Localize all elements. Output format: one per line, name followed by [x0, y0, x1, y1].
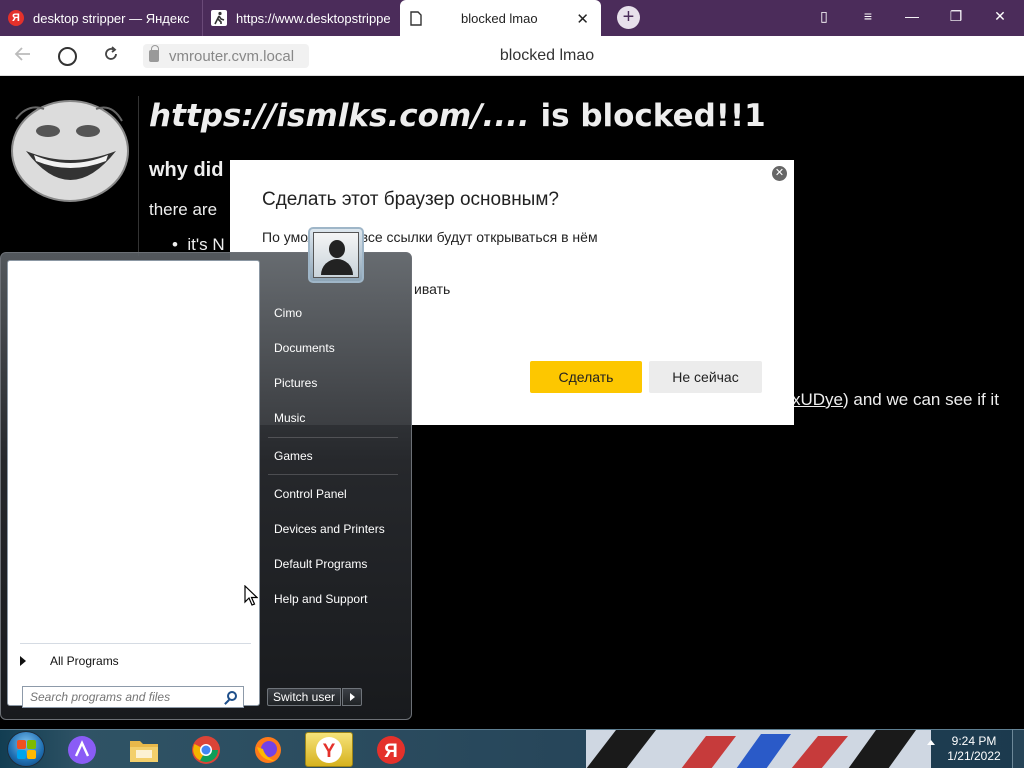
close-tab-icon[interactable]: ✕ — [576, 10, 589, 28]
document-icon — [408, 10, 424, 26]
start-item-control-panel[interactable]: Control Panel — [274, 487, 347, 501]
start-item-pictures[interactable]: Pictures — [274, 376, 317, 390]
user-avatar[interactable] — [308, 227, 364, 283]
search-input[interactable] — [23, 687, 221, 707]
search-icon[interactable] — [227, 691, 237, 701]
start-item-music[interactable]: Music — [274, 411, 305, 425]
walking-person-icon — [211, 10, 227, 26]
blocked-url: https://ismlks.com/.... — [149, 98, 530, 134]
start-item-default-programs[interactable]: Default Programs — [274, 557, 367, 571]
intro-text: there are — [149, 200, 218, 219]
windows-logo-icon — [17, 740, 26, 749]
close-window-icon[interactable]: ✕ — [990, 8, 1010, 25]
restore-icon[interactable]: ❐ — [946, 8, 966, 25]
wallpaper-peek — [586, 730, 931, 768]
all-programs-button[interactable]: All Programs — [20, 654, 119, 668]
reference-link[interactable]: xUDye — [792, 390, 843, 409]
show-hidden-icons-icon[interactable] — [927, 740, 935, 745]
start-item-games[interactable]: Games — [274, 449, 313, 463]
trollface-image — [11, 100, 129, 202]
paragraph-tail-text: ) and we can see if it — [843, 390, 999, 409]
tab-desktop-stripper[interactable]: Я desktop stripper — Яндекс — [0, 0, 200, 36]
start-item-documents[interactable]: Documents — [274, 341, 335, 355]
shutdown-options-arrow-icon[interactable] — [342, 688, 362, 706]
start-item-cimo[interactable]: Cimo — [274, 306, 302, 320]
page-title: blocked lmao — [499, 47, 595, 64]
start-menu-divider — [268, 474, 398, 475]
subheading: why did — [149, 159, 224, 181]
start-menu-separator — [20, 643, 251, 644]
dialog-title: Сделать этот браузер основным? — [262, 189, 559, 210]
blocked-heading-rest: is blocked!!1 — [529, 98, 766, 134]
all-programs-label: All Programs — [50, 654, 119, 668]
content-divider — [138, 96, 139, 256]
menu-icon[interactable]: ≡ — [858, 8, 878, 24]
tab-title: https://www.desktopstripper — [236, 10, 390, 26]
firefox-icon[interactable] — [244, 732, 292, 767]
new-tab-button[interactable]: + — [617, 6, 640, 29]
svg-text:Y: Y — [323, 741, 336, 762]
svg-text:Я: Я — [384, 741, 398, 762]
switch-user-button[interactable]: Switch user — [267, 688, 341, 706]
start-item-devices-printers[interactable]: Devices and Printers — [274, 522, 385, 536]
paragraph-tail: xUDye) and we can see if it — [792, 390, 999, 410]
collections-icon[interactable]: ▯ — [814, 8, 834, 25]
tab-strip: Я desktop stripper — Яндекс https://www.… — [0, 0, 1024, 36]
yandex-icon: Я — [8, 10, 24, 26]
alice-icon[interactable] — [58, 732, 106, 767]
user-silhouette-icon — [329, 240, 345, 258]
taskbar: Y Я — [0, 729, 1024, 768]
tab-blocked-lmao[interactable]: blocked lmao ✕ — [400, 0, 601, 36]
mouse-cursor-icon — [244, 585, 258, 606]
not-now-button[interactable]: Не сейчас — [649, 361, 762, 393]
system-clock[interactable]: 9:24 PM 1/21/2022 — [942, 734, 1006, 764]
start-menu-programs-pane: All Programs — [7, 260, 260, 708]
yandex-icon[interactable]: Я — [367, 732, 415, 767]
expand-arrow-icon — [20, 656, 26, 666]
chrome-icon[interactable] — [182, 732, 230, 767]
tab-title: desktop stripper — Яндекс — [33, 10, 190, 26]
start-button[interactable] — [7, 731, 45, 767]
dialog-checkbox-label[interactable]: ивать — [414, 281, 450, 297]
show-desktop-button[interactable] — [1012, 729, 1024, 768]
explorer-folder-icon[interactable] — [120, 732, 168, 767]
tab-title: blocked lmao — [461, 10, 538, 26]
minimize-icon[interactable]: — — [902, 8, 922, 24]
dialog-close-icon[interactable]: ✕ — [772, 166, 787, 181]
clock-date: 1/21/2022 — [947, 749, 1001, 763]
search-box[interactable] — [22, 686, 244, 708]
start-menu: All Programs Cimo Documents Pictures Mus… — [0, 227, 412, 720]
start-menu-divider — [268, 437, 398, 438]
blocked-heading: https://ismlks.com/.... is blocked!!1 — [149, 98, 766, 134]
start-item-help-support[interactable]: Help and Support — [274, 592, 367, 606]
make-default-button[interactable]: Сделать — [530, 361, 642, 393]
clock-time: 9:24 PM — [951, 734, 997, 748]
yandex-browser-icon[interactable]: Y — [305, 732, 353, 767]
tab-desktopstripper-url[interactable]: https://www.desktopstripper — [202, 0, 398, 36]
